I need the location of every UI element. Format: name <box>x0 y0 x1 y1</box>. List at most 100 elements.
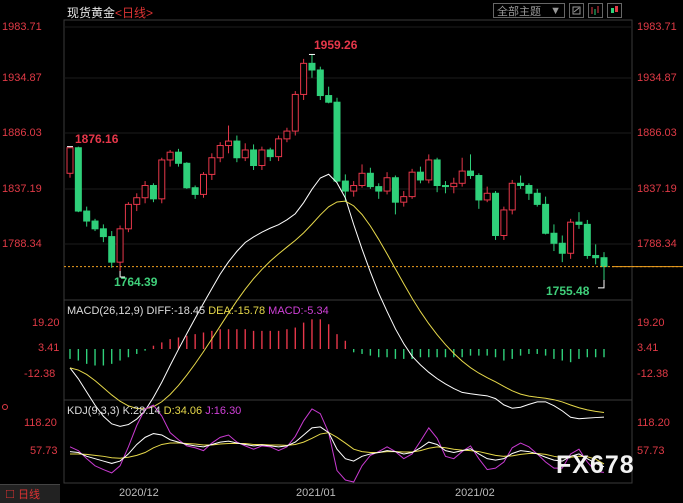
candle-body <box>158 159 166 200</box>
kdj-tick-left: 57.73 <box>30 445 58 457</box>
annotation-low-2: 1755.48 <box>546 284 590 298</box>
candle-body <box>391 177 399 203</box>
y-tick-left: 1983.71 <box>2 21 42 33</box>
macd-tick-left: 19.20 <box>32 317 60 329</box>
y-tick-left: 1886.03 <box>2 127 42 139</box>
candle-body <box>550 232 558 244</box>
annotation-low-1: 1764.39 <box>114 275 158 289</box>
kdj-tick-left: 118.20 <box>24 417 57 429</box>
zoom-out-button[interactable] <box>569 3 584 18</box>
candle-body <box>300 62 308 95</box>
y-tick-left: 1788.34 <box>2 238 42 250</box>
extreme-marker <box>598 279 605 289</box>
candle-body <box>416 171 424 181</box>
tab-icon <box>6 490 14 498</box>
candle-body <box>333 101 341 182</box>
kdj-k-line <box>69 426 605 468</box>
candle-body <box>533 192 541 205</box>
watermark-logo: FX678 <box>556 451 635 479</box>
candle-body <box>592 254 600 259</box>
macd-tick-right: 3.41 <box>637 342 659 354</box>
candle-body <box>600 257 608 268</box>
chart-canvas <box>63 19 683 484</box>
candle-body <box>291 93 299 132</box>
candle-body <box>225 140 233 147</box>
candle-body <box>325 95 333 103</box>
candle-body <box>558 242 566 254</box>
marker-dot-icon <box>2 404 8 410</box>
macd-tick-left: 3.41 <box>38 342 60 354</box>
y-tick-right: 1934.87 <box>637 72 677 84</box>
annotation-left-high: 1876.16 <box>75 132 119 146</box>
candle-body <box>183 162 191 189</box>
candle-body <box>124 203 132 230</box>
candle-body <box>216 145 224 159</box>
candle-body <box>575 221 583 225</box>
candle-body <box>174 151 182 164</box>
candle-body <box>517 182 525 187</box>
candle-body <box>408 171 416 198</box>
macd-tick-right: -12.38 <box>637 368 669 380</box>
candle-body <box>208 157 216 175</box>
macd-tick-left: -12.38 <box>24 368 56 380</box>
date-label: 2020/12 <box>119 487 159 499</box>
candle-body <box>141 185 149 199</box>
candle-body <box>241 149 249 159</box>
candle-body <box>542 203 550 234</box>
candle-body <box>483 192 491 201</box>
candle-body <box>508 182 516 211</box>
candle-body <box>492 192 500 236</box>
candle-body <box>341 180 349 192</box>
macd-tick-right: 19.20 <box>637 317 665 329</box>
candle-body <box>383 177 391 192</box>
candle-body <box>567 221 575 254</box>
date-label: 2021/02 <box>455 487 495 499</box>
candle-body <box>191 187 199 195</box>
candle-body <box>258 149 266 167</box>
candle-body <box>266 149 274 158</box>
candle-body <box>149 185 157 200</box>
y-tick-right: 1837.19 <box>637 183 677 195</box>
y-tick-right: 1983.71 <box>637 21 677 33</box>
candle-body <box>400 196 408 203</box>
indicator-toggle-button[interactable] <box>607 3 622 18</box>
annotation-high: 1959.26 <box>314 38 358 52</box>
candle-body <box>99 228 107 238</box>
candle-body <box>108 236 116 263</box>
candle-body <box>350 185 358 192</box>
candle-body <box>441 185 449 188</box>
y-tick-right: 1788.34 <box>637 238 677 250</box>
panel-frame <box>63 19 633 301</box>
candle-body <box>500 209 508 236</box>
tab-daily[interactable]: 日线 <box>0 484 60 503</box>
candle-body <box>366 172 374 188</box>
candle-body <box>83 210 91 222</box>
candle-body <box>116 228 124 263</box>
chart-title: 现货黄金<日线> <box>67 6 154 20</box>
chart-settings-button[interactable] <box>588 3 603 18</box>
y-tick-left: 1837.19 <box>2 183 42 195</box>
candle-body <box>200 173 207 195</box>
toolbar: 全部主题 ▼ <box>493 3 622 19</box>
candle-body <box>66 147 74 174</box>
candle-body <box>583 223 591 256</box>
candle-body <box>283 130 291 140</box>
kdj-tick-right: 57.73 <box>637 445 665 457</box>
period-label: <日线> <box>115 6 154 20</box>
y-tick-right: 1886.03 <box>637 127 677 139</box>
candle-body <box>450 182 458 188</box>
theme-dropdown[interactable]: 全部主题 ▼ <box>493 3 565 18</box>
kdj-legend: KDJ(9,3,3) K:28.14 D:34.06 J:16.30 <box>67 405 242 417</box>
kdj-tick-right: 118.20 <box>637 417 670 429</box>
candle-body <box>275 138 283 158</box>
candle-body <box>308 62 316 71</box>
candle-body <box>433 159 441 187</box>
y-tick-left: 1934.87 <box>2 72 42 84</box>
candle-body <box>166 151 174 161</box>
candle-body <box>525 185 533 194</box>
candle-body <box>133 197 141 205</box>
candle-body <box>425 159 433 181</box>
candle-body <box>358 172 366 187</box>
macd-legend: MACD(26,12,9) DIFF:-18.45 DEA:-15.78 MAC… <box>67 305 329 317</box>
candle-body <box>233 140 241 159</box>
